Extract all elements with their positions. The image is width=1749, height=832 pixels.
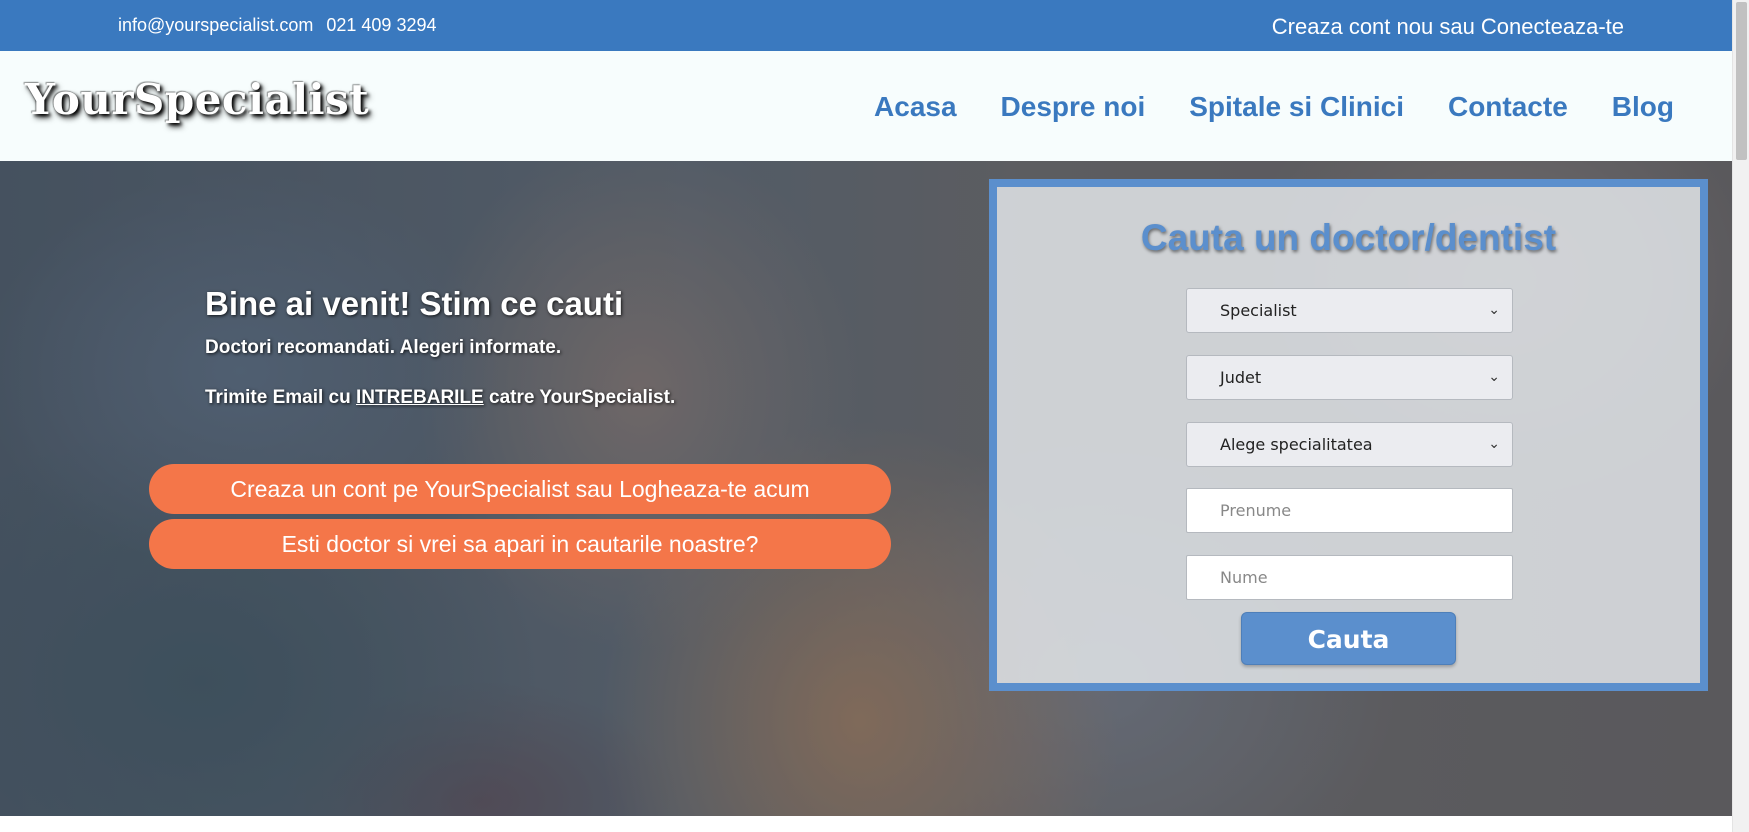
hero-section: Bine ai venit! Stim ce cauti Doctori rec…	[0, 161, 1732, 816]
doctor-signup-button[interactable]: Esti doctor si vrei sa apari in cautaril…	[149, 519, 891, 569]
page-scrollbar[interactable]	[1732, 0, 1749, 832]
specialist-select[interactable]: Specialist ⌄	[1186, 288, 1513, 333]
hero-subtitle: Doctori recomandati. Alegeri informate.	[205, 337, 562, 358]
site-logo[interactable]: YourSpecialist	[25, 75, 369, 124]
chevron-down-icon: ⌄	[1488, 436, 1500, 452]
contact-info: info@yourspecialist.com 021 409 3294	[118, 15, 444, 36]
specialty-select[interactable]: Alege specialitatea ⌄	[1186, 422, 1513, 467]
last-name-input[interactable]: Nume	[1186, 555, 1513, 600]
nav-item-contacte[interactable]: Contacte	[1448, 91, 1568, 123]
doctor-search-panel: Cauta un doctor/dentist Specialist ⌄ Jude…	[989, 179, 1708, 691]
mail-prefix: Trimite Email cu	[205, 387, 356, 408]
create-account-button[interactable]: Creaza un cont pe YourSpecialist sau Log…	[149, 464, 891, 514]
scrollbar-thumb[interactable]	[1736, 2, 1747, 160]
main-header: YourSpecialist Acasa Despre noi Spitale …	[0, 51, 1732, 161]
county-select[interactable]: Judet ⌄	[1186, 355, 1513, 400]
specialty-select-value: Alege specialitatea	[1220, 435, 1373, 454]
welcome-block: Bine ai venit! Stim ce cauti Doctori rec…	[205, 285, 675, 409]
search-button[interactable]: Cauta	[1241, 612, 1456, 665]
mail-questions-link[interactable]: INTREBARILE	[356, 387, 484, 408]
nav-item-blog[interactable]: Blog	[1612, 91, 1674, 123]
nav-item-despre-noi[interactable]: Despre noi	[1001, 91, 1146, 123]
contact-phone[interactable]: 021 409 3294	[326, 15, 436, 35]
specialist-select-value: Specialist	[1220, 301, 1297, 320]
county-select-value: Judet	[1220, 368, 1262, 387]
nav-item-spitale-clinici[interactable]: Spitale si Clinici	[1189, 91, 1404, 123]
account-link[interactable]: Creaza cont nou sau Conecteaza-te	[1272, 14, 1624, 40]
nav-item-acasa[interactable]: Acasa	[874, 91, 957, 123]
hero-email-line: Trimite Email cu INTREBARILE catre YourS…	[205, 387, 675, 409]
hero-title: Bine ai venit! Stim ce cauti	[205, 285, 624, 322]
main-nav: Acasa Despre noi Spitale si Clinici Cont…	[874, 91, 1674, 123]
chevron-down-icon: ⌄	[1488, 302, 1500, 318]
contact-email[interactable]: info@yourspecialist.com	[118, 15, 313, 35]
first-name-input[interactable]: Prenume	[1186, 488, 1513, 533]
top-contact-bar: info@yourspecialist.com 021 409 3294 Cre…	[0, 0, 1732, 51]
search-title: Cauta un doctor/dentist	[1140, 217, 1557, 258]
chevron-down-icon: ⌄	[1488, 369, 1500, 385]
mail-suffix: catre YourSpecialist.	[483, 387, 676, 408]
